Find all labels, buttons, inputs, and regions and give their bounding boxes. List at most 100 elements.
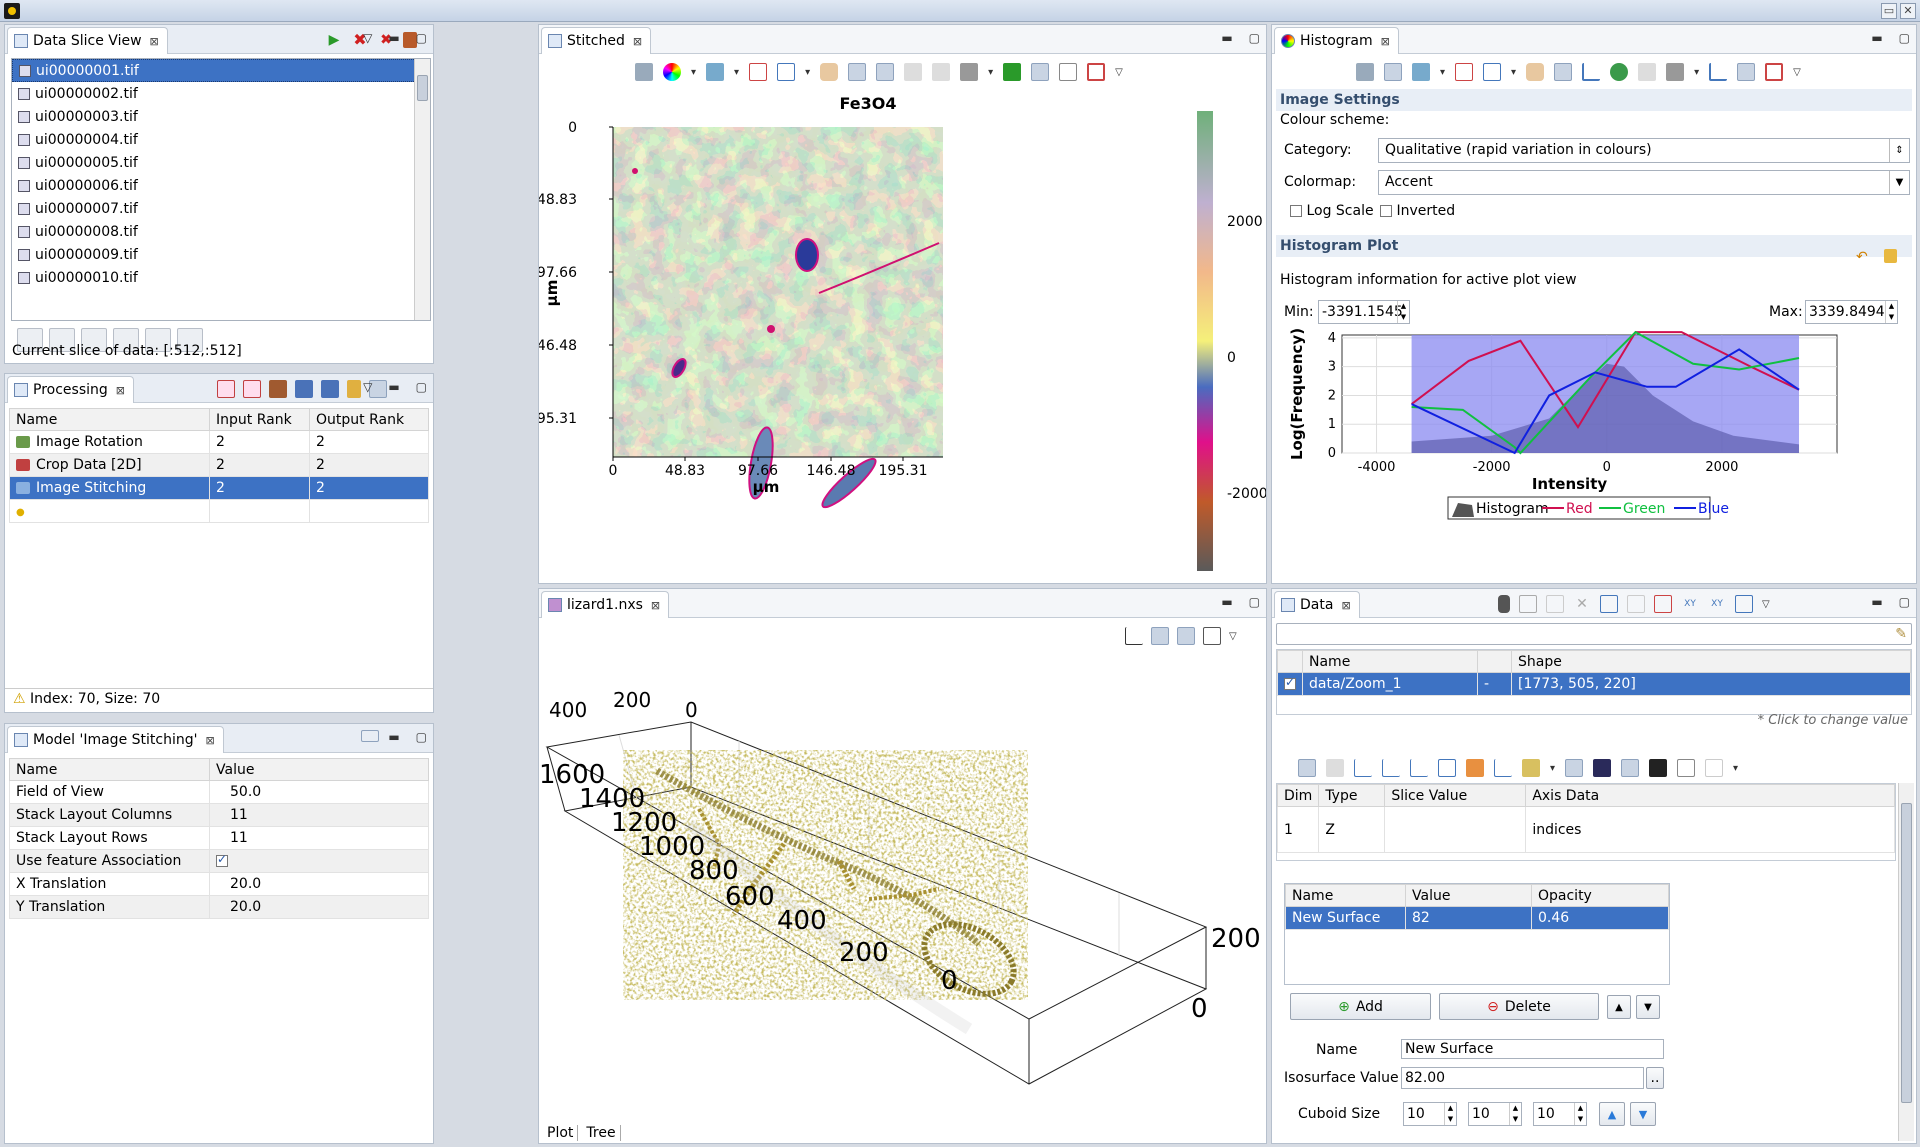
max-spinner[interactable]: 3339.8494 ▲ ▼ — [1805, 300, 1898, 324]
pointer-icon[interactable] — [848, 63, 867, 81]
box-icon[interactable] — [1151, 627, 1169, 645]
spinner-arrows-icon[interactable]: ▲ ▼ — [1574, 1103, 1586, 1125]
export-icon[interactable] — [1600, 595, 1618, 613]
view-menu-icon[interactable]: ▽ — [1793, 67, 1801, 78]
insert-operation-icon[interactable] — [243, 380, 261, 398]
col-name[interactable]: Name — [9, 758, 210, 781]
close-tab-icon[interactable]: ⊠ — [116, 384, 125, 397]
col-opacity[interactable]: Opacity — [1531, 884, 1669, 907]
view-menu-icon[interactable]: ▽ — [1229, 631, 1237, 642]
region-icon[interactable] — [1455, 63, 1474, 81]
snapshot-icon[interactable] — [1203, 627, 1221, 645]
table-row[interactable]: New Surface 82 0.46 — [1285, 906, 1669, 930]
cuboid-up-button[interactable]: ▲ — [1599, 1102, 1625, 1126]
tools-icon[interactable] — [1522, 759, 1540, 777]
annotation-icon[interactable] — [1412, 63, 1430, 81]
clear-filter-icon[interactable]: ✎ — [1895, 626, 1907, 642]
hdf-icon[interactable] — [1677, 759, 1696, 777]
category-select[interactable]: Qualitative (rapid variation in colours)… — [1378, 138, 1910, 163]
tab-histogram[interactable]: Histogram ⊠ — [1274, 27, 1399, 54]
col-slice-value[interactable]: Slice Value — [1384, 784, 1527, 807]
isosurface-value-input[interactable]: 82.00 — [1401, 1067, 1644, 1089]
feature-association-checkbox[interactable] — [216, 852, 228, 867]
tab-model[interactable]: Model 'Image Stitching' ⊠ — [7, 726, 224, 753]
minimize-icon[interactable]: ▬ — [388, 380, 399, 394]
clipboard-icon[interactable] — [269, 380, 287, 398]
view-menu-icon[interactable]: ▽ — [363, 31, 372, 45]
spinner-arrows-icon[interactable]: ▲ ▼ — [1509, 1103, 1521, 1125]
tab-tree[interactable]: Tree — [582, 1125, 621, 1141]
configure-icon[interactable] — [1356, 63, 1374, 81]
undo-icon[interactable] — [1610, 63, 1629, 81]
close-tab-icon[interactable]: ⊠ — [150, 35, 159, 48]
view-menu-icon[interactable]: ▽ — [1115, 67, 1123, 78]
table-row[interactable]: Stack Layout Rows 11 — [9, 826, 429, 850]
lock-icon[interactable] — [347, 380, 361, 398]
spinner-arrows-icon[interactable]: ▲ ▼ — [1885, 301, 1897, 323]
fit-icon[interactable] — [1765, 63, 1784, 81]
col-dim[interactable]: Dim — [1276, 784, 1320, 807]
list-item[interactable]: ui00000001.tif — [12, 59, 430, 82]
fit-icon[interactable] — [1087, 63, 1106, 81]
list-item[interactable]: ui00000003.tif — [12, 105, 430, 128]
col-shape[interactable]: Shape — [1511, 650, 1911, 673]
minimize-icon[interactable]: ▬ — [388, 730, 399, 744]
new-operation-icon[interactable]: ● — [16, 507, 25, 518]
tab-plot[interactable]: Plot — [543, 1125, 579, 1141]
tab-data[interactable]: Data ⊠ — [1274, 591, 1360, 618]
palette-icon[interactable] — [1384, 63, 1402, 81]
table-row[interactable]: ● — [9, 499, 429, 523]
redo-icon[interactable] — [1638, 63, 1657, 81]
multi-line-icon[interactable] — [1382, 759, 1400, 777]
cuboid-y-spinner[interactable]: 10 ▲ ▼ — [1468, 1102, 1522, 1126]
reset-icon[interactable]: ↶ — [1856, 249, 1868, 265]
dropdown-arrow-icon[interactable]: ▾ — [805, 67, 810, 78]
maximize-icon[interactable]: ▢ — [1249, 31, 1260, 45]
add-expression-icon[interactable] — [1654, 595, 1672, 613]
grid-icon[interactable] — [1059, 63, 1078, 81]
add-operation-icon[interactable] — [217, 380, 235, 398]
data-panel-scrollbar[interactable] — [1898, 783, 1914, 1141]
param-value[interactable]: 20.0 — [209, 872, 429, 896]
grid-icon[interactable] — [1177, 627, 1195, 645]
maximize-icon[interactable]: ▢ — [1899, 595, 1910, 609]
move-down-button[interactable]: ▼ — [1636, 995, 1660, 1019]
delete-icon[interactable]: ✕ — [1573, 595, 1591, 613]
region-icon[interactable] — [749, 63, 768, 81]
print-icon[interactable] — [960, 63, 979, 81]
tab-data-slice-view[interactable]: Data Slice View ⊠ — [7, 27, 168, 54]
tab-stitched[interactable]: Stitched ⊠ — [541, 27, 652, 54]
image-plot-icon[interactable] — [1438, 759, 1456, 777]
table-row[interactable]: Image Stitching 2 2 — [9, 476, 429, 500]
histogram-icon[interactable] — [1031, 63, 1050, 81]
axes-icon[interactable] — [1582, 63, 1601, 81]
minimize-icon[interactable]: ▬ — [388, 31, 399, 45]
list-item[interactable]: ui00000009.tif — [12, 243, 430, 266]
configure-icon[interactable] — [635, 63, 653, 81]
stack-line-icon[interactable] — [1410, 759, 1428, 777]
expression-icon[interactable] — [1627, 595, 1645, 613]
axes-3d-icon[interactable] — [1125, 627, 1143, 645]
xy-icon[interactable]: XY — [1681, 595, 1699, 613]
surface-name-input[interactable]: New Surface — [1401, 1039, 1664, 1059]
type-value[interactable]: Z — [1318, 806, 1386, 853]
col-value[interactable]: Value — [209, 758, 429, 781]
minimize-icon[interactable]: ▬ — [1871, 595, 1882, 609]
list-item[interactable]: ui00000010.tif — [12, 266, 430, 289]
stitched-image-plot[interactable]: Fe3O4 0 48.83 97.66 146.48 195.31 0 48.83 97.6… — [539, 83, 1266, 583]
histogram-chart[interactable]: -4000 -2000 0 2000 0 1 2 3 4 Intensity Log(Frequen… — [1272, 325, 1916, 584]
col-axis-data[interactable]: Axis Data — [1525, 784, 1895, 807]
surface-icon[interactable] — [1466, 759, 1484, 777]
isosurface-more-button[interactable]: .. — [1646, 1067, 1664, 1089]
maximize-icon[interactable]: ▢ — [416, 380, 427, 394]
move-up-button[interactable]: ▲ — [1607, 995, 1631, 1019]
run-icon[interactable]: ▶ — [325, 31, 343, 49]
xy-plus-icon[interactable]: XY — [1708, 595, 1726, 613]
pan-icon[interactable] — [1526, 63, 1545, 81]
cuboid-x-spinner[interactable]: 10 ▲ ▼ — [1403, 1102, 1457, 1126]
list-item[interactable]: ui00000006.tif — [12, 174, 430, 197]
axis-data-value[interactable]: indices — [1525, 806, 1895, 853]
table-row[interactable]: Image Rotation 2 2 — [9, 430, 429, 454]
image-settings-header[interactable]: Image Settings — [1276, 89, 1912, 111]
tab-lizard[interactable]: lizard1.nxs ⊠ — [541, 591, 670, 618]
